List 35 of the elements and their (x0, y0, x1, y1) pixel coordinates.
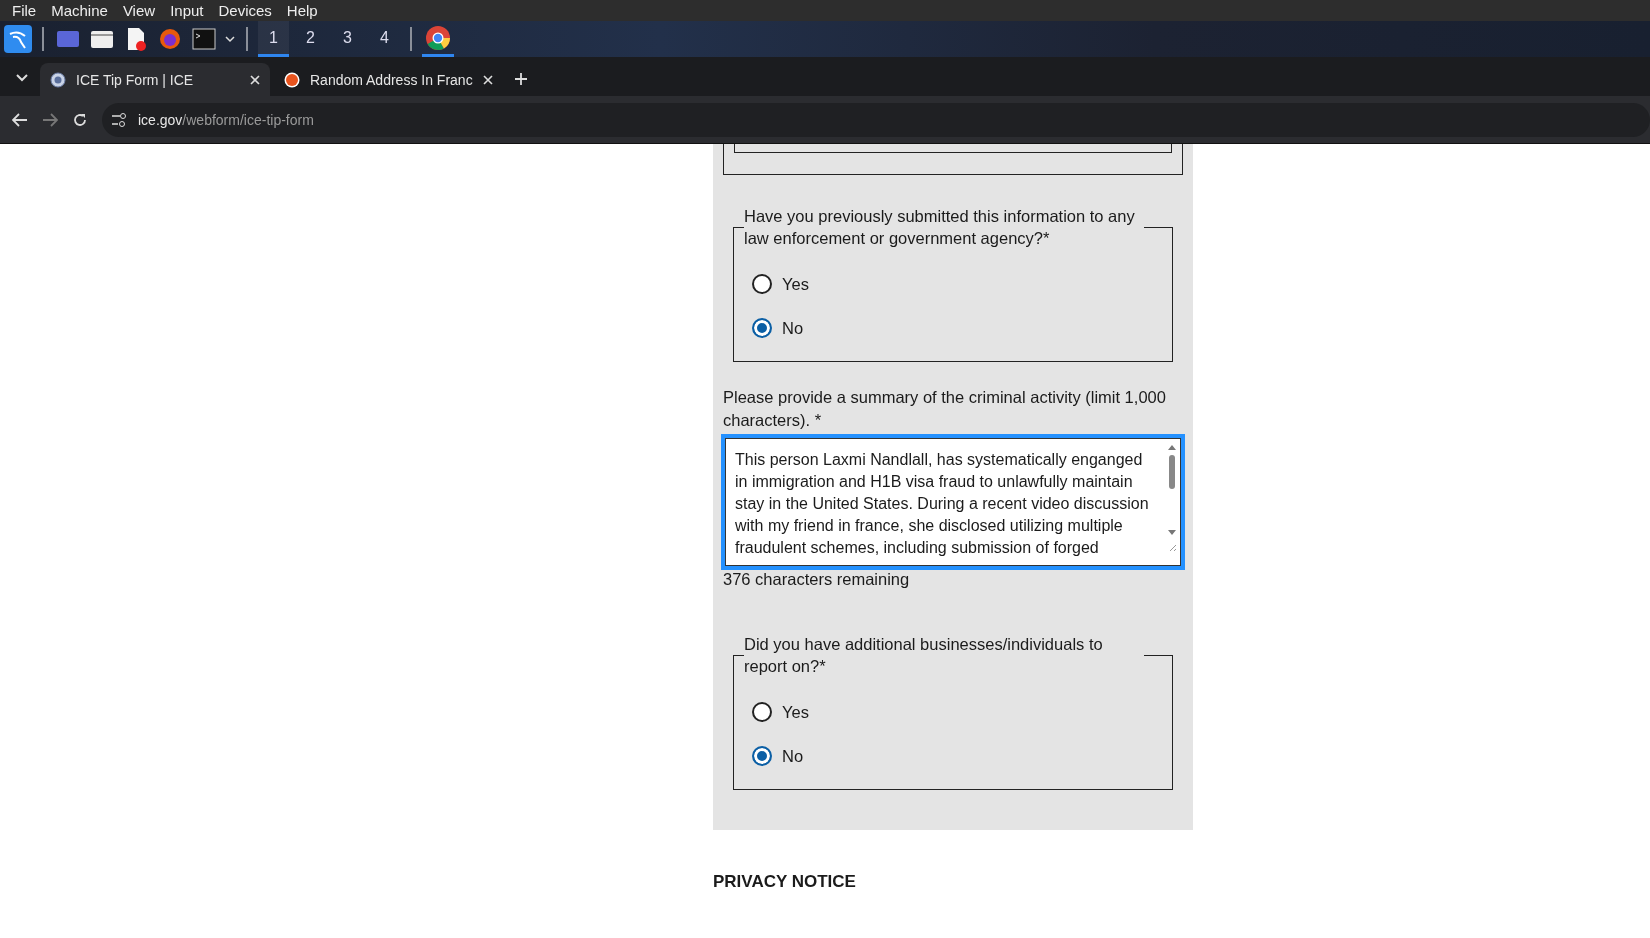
browser-tab[interactable]: ICE Tip Form | ICE (40, 63, 270, 96)
workspace-button[interactable]: 4 (369, 21, 400, 57)
option-label: Yes (782, 702, 809, 722)
section-heading: PRIVACY NOTICE (713, 872, 857, 892)
forward-icon[interactable] (42, 112, 58, 127)
workspace-button[interactable]: 3 (332, 21, 363, 57)
seal-icon (50, 71, 66, 88)
radio-button[interactable] (752, 318, 772, 338)
terminal-icon[interactable] (190, 25, 218, 53)
close-icon[interactable] (250, 74, 260, 85)
menu-item[interactable]: Input (164, 2, 213, 19)
menu-item[interactable]: View (116, 2, 165, 19)
character-counter: 376 characters remaining (723, 570, 911, 589)
menu-item[interactable]: Help (280, 2, 327, 19)
url-text[interactable]: ice.gov/webform/ice-tip-form (138, 111, 314, 128)
option-label: Yes (782, 274, 809, 294)
radio-button[interactable] (752, 702, 772, 722)
reload-icon[interactable] (72, 111, 88, 128)
question-label: Did you have additional businesses/individuals to report on?* (744, 634, 1104, 677)
question-label: Please provide a summary of the criminal activity (limit 1,000 characters). * (723, 387, 1167, 431)
back-icon[interactable] (12, 112, 28, 127)
site-settings-icon[interactable] (110, 111, 128, 128)
option-label: No (782, 318, 804, 338)
menu-item[interactable]: Devices (212, 2, 281, 19)
question-label: Have you previously submitted this information to any law enforcement or government agency?* (744, 206, 1136, 249)
menu-item[interactable]: File (6, 2, 46, 19)
close-icon[interactable] (482, 74, 493, 85)
radio-button[interactable] (752, 746, 772, 766)
workspace-button[interactable]: 2 (295, 21, 326, 57)
site-icon (284, 71, 300, 88)
browser-tab[interactable]: Random Address In Franc (274, 63, 503, 96)
radio-button[interactable] (752, 274, 772, 294)
menu-item[interactable]: Machine (45, 2, 117, 19)
option-label: No (782, 746, 804, 766)
workspace-button[interactable]: 1 (258, 21, 289, 57)
